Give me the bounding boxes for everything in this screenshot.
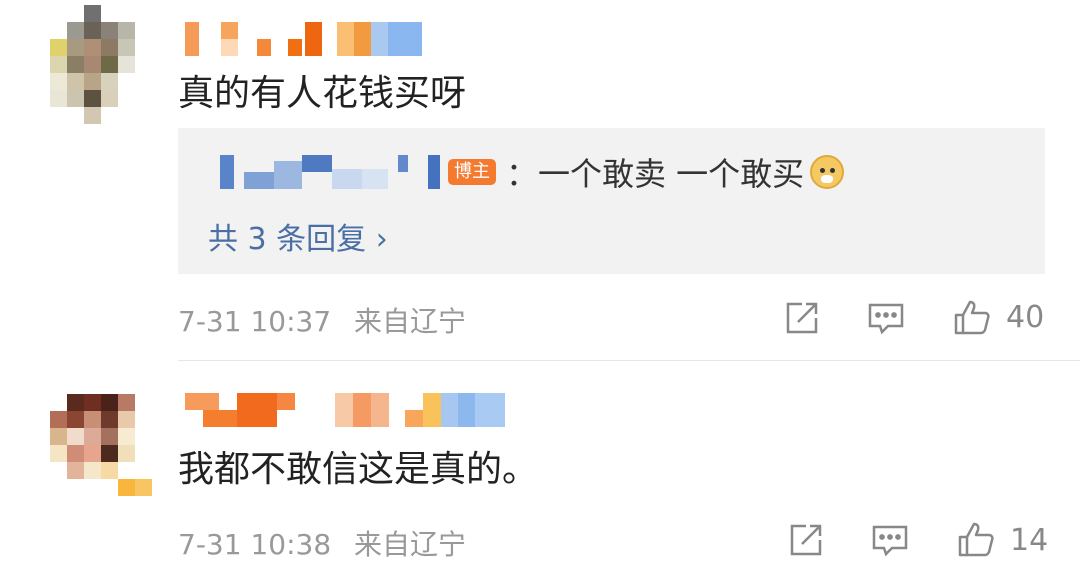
comment-location: 来自辽宁	[354, 305, 467, 338]
comment-icon[interactable]	[870, 520, 910, 560]
comment-meta: 7-31 10:37 来自辽宁	[178, 300, 466, 340]
doge-emoji-icon	[810, 155, 845, 189]
comment-text: 我都不敢信这是真的。	[178, 449, 539, 490]
blogger-badge: 博主	[448, 159, 496, 185]
reply-username[interactable]	[208, 155, 440, 189]
reply-box[interactable]: 博主 ：一个敢卖 一个敢买 共 3 条回复 ›	[178, 128, 1045, 274]
share-icon[interactable]	[782, 298, 822, 338]
reply-line: 博主 ：一个敢卖 一个敢买	[208, 152, 845, 193]
comment-item: 我都不敢信这是真的。 7-31 10:38 来自辽宁 14	[0, 360, 1080, 565]
view-replies-link[interactable]: 共 3 条回复 ›	[208, 214, 388, 258]
username[interactable]	[185, 22, 440, 56]
share-icon[interactable]	[786, 520, 826, 560]
thumbs-up-icon[interactable]	[956, 520, 996, 560]
like-count: 40	[1006, 300, 1045, 335]
avatar[interactable]	[50, 394, 152, 514]
like-count: 14	[1010, 523, 1049, 558]
comment-date: 7-31 10:37	[178, 305, 332, 338]
reply-text: ：一个敢卖 一个敢买	[506, 155, 805, 193]
comment-item: 真的有人花钱买呀 博主 ：一个敢卖 一个敢买 共 3 条回复 › 7-31 10…	[0, 0, 1080, 360]
thumbs-up-icon[interactable]	[952, 298, 992, 338]
username[interactable]	[185, 393, 505, 427]
comment-text: 真的有人花钱买呀	[178, 73, 467, 114]
comment-icon[interactable]	[866, 298, 906, 338]
comment-meta: 7-31 10:38 来自辽宁	[178, 523, 466, 563]
comment-location: 来自辽宁	[354, 528, 467, 561]
comment-date: 7-31 10:38	[178, 528, 332, 561]
avatar[interactable]	[50, 5, 150, 125]
